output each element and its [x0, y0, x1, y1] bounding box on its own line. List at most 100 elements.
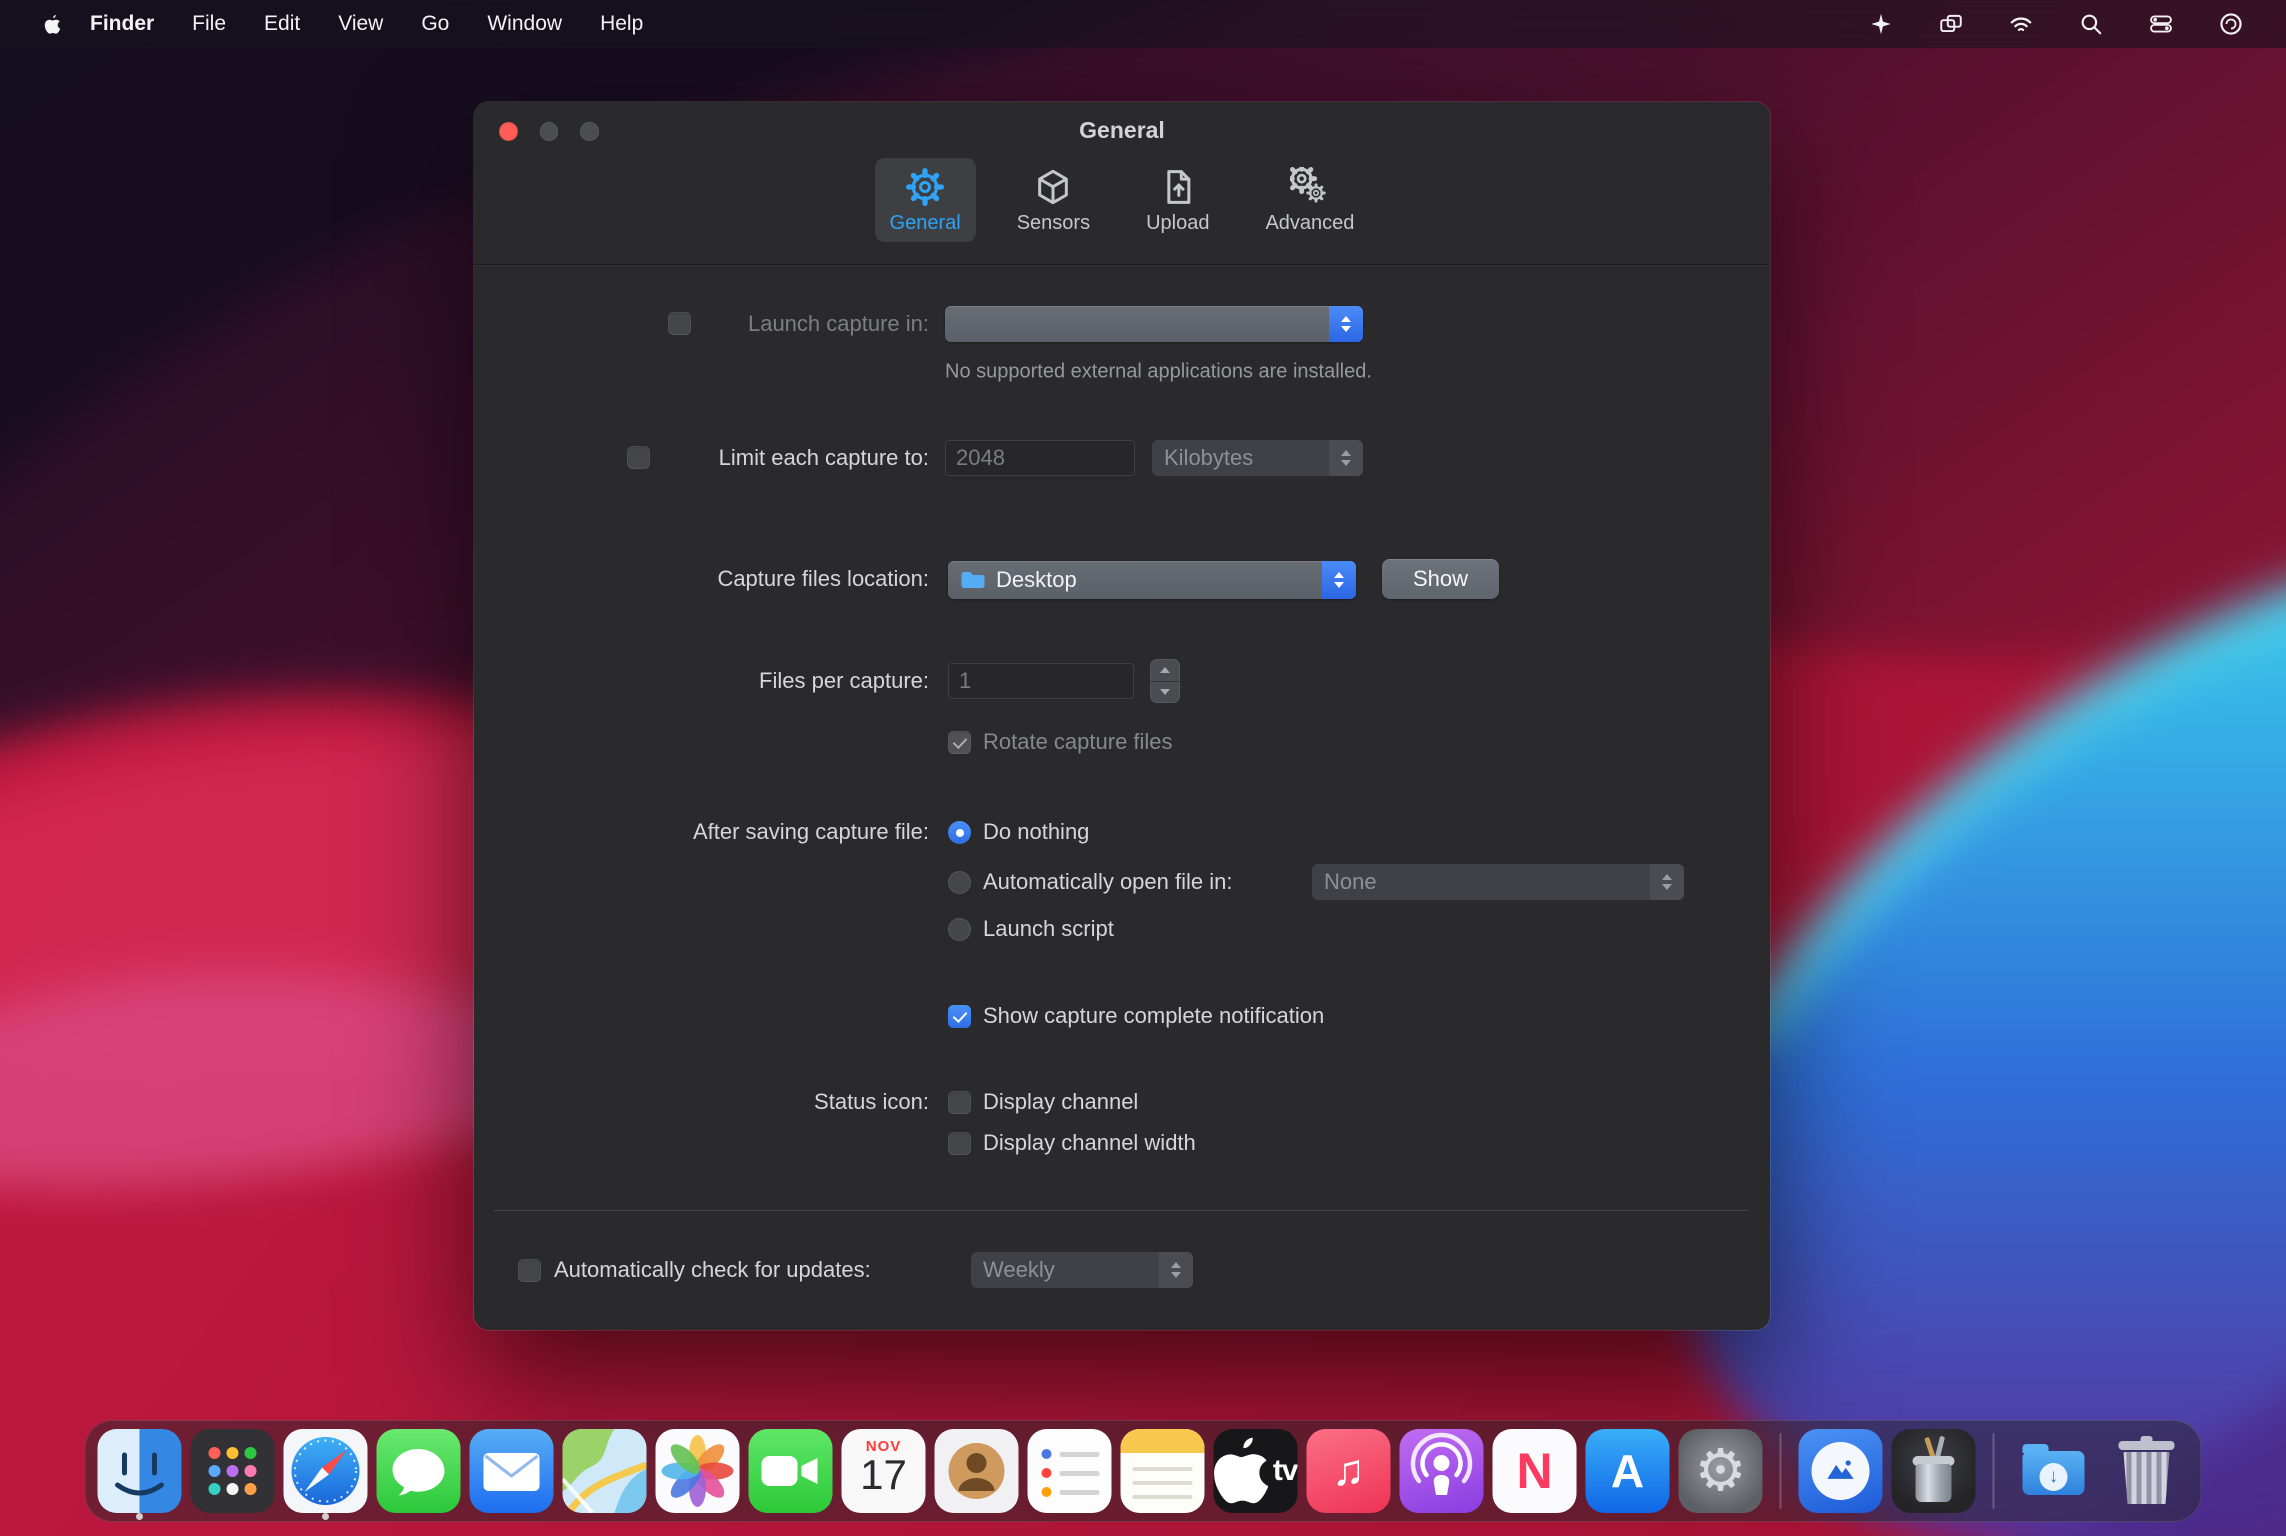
after-saving-label: After saving capture file: — [692, 819, 929, 844]
preferences-window: General General Sensors Upload Advanced … — [474, 102, 1770, 1330]
launch-capture-checkbox[interactable] — [668, 312, 691, 335]
gear-glyph-icon — [1679, 1429, 1763, 1513]
display-channel-label: Display channel — [983, 1089, 1139, 1114]
trash-icon[interactable] — [2105, 1429, 2189, 1513]
photos-icon[interactable] — [655, 1429, 740, 1513]
canister-app-icon[interactable] — [1891, 1429, 1976, 1513]
status-icon-label: Status icon: — [814, 1089, 929, 1114]
menu-item-window[interactable]: Window — [468, 12, 581, 36]
music-note-icon — [1307, 1429, 1391, 1513]
mail-icon[interactable] — [469, 1429, 554, 1513]
display-channel-checkbox[interactable] — [948, 1091, 971, 1114]
gears-icon — [1290, 167, 1326, 203]
files-per-capture-stepper — [1150, 659, 1180, 703]
download-arrow-icon — [2039, 1463, 2068, 1491]
do-nothing-radio[interactable] — [948, 821, 971, 844]
menu-item-go[interactable]: Go — [402, 12, 468, 36]
notification-label: Show capture complete notification — [983, 1003, 1325, 1028]
apple-icon[interactable] — [44, 14, 61, 35]
wifi-icon[interactable] — [2008, 11, 2034, 37]
launchpad-icon[interactable] — [190, 1429, 275, 1513]
tab-upload-label: Upload — [1146, 212, 1210, 234]
notification-checkbox[interactable] — [948, 1005, 971, 1028]
tab-sensors[interactable]: Sensors — [1002, 158, 1105, 242]
updates-popup[interactable]: Weekly — [971, 1252, 1193, 1288]
display-channel-width-checkbox[interactable] — [948, 1132, 971, 1155]
news-icon[interactable]: N — [1492, 1429, 1577, 1513]
calendar-icon[interactable]: NOV 17 — [841, 1429, 926, 1513]
menu-item-edit[interactable]: Edit — [245, 12, 319, 36]
reminders-icon[interactable] — [1027, 1429, 1112, 1513]
notes-icon[interactable] — [1120, 1429, 1205, 1513]
system-preferences-icon[interactable] — [1678, 1429, 1763, 1513]
tab-advanced[interactable]: Advanced — [1250, 158, 1369, 242]
capture-location-popup[interactable]: Desktop — [948, 561, 1356, 599]
dock-separator — [1992, 1433, 1995, 1509]
limit-unit-popup[interactable]: Kilobytes — [1152, 440, 1363, 476]
windows-icon[interactable] — [1938, 11, 1964, 37]
toolbar-tabs: General Sensors Upload Advanced — [474, 158, 1770, 242]
auto-open-popup-value: None — [1324, 869, 1377, 894]
dock: NOV 17 tv ♫ N A ⚙ ↓ — [84, 1420, 2202, 1522]
auto-open-radio[interactable] — [948, 871, 971, 894]
tab-upload[interactable]: Upload — [1131, 158, 1224, 242]
auto-open-popup[interactable]: None — [1312, 864, 1684, 900]
rotate-files-checkbox[interactable] — [948, 731, 971, 754]
facetime-icon[interactable] — [748, 1429, 833, 1513]
updates-popup-value: Weekly — [983, 1257, 1055, 1282]
maps-icon[interactable] — [562, 1429, 647, 1513]
chevron-up-down-icon — [1650, 864, 1684, 900]
rotate-files-label: Rotate capture files — [983, 729, 1173, 754]
limit-unit-value: Kilobytes — [1164, 445, 1254, 470]
finder-icon[interactable] — [97, 1429, 182, 1520]
tab-sensors-label: Sensors — [1016, 212, 1091, 234]
capture-app-icon[interactable] — [1798, 1429, 1883, 1513]
siri-icon[interactable] — [2218, 11, 2244, 37]
safari-icon[interactable] — [283, 1429, 368, 1520]
menu-item-view[interactable]: View — [319, 12, 402, 36]
messages-icon[interactable] — [376, 1429, 461, 1513]
menu-item-help[interactable]: Help — [581, 12, 662, 36]
limit-capture-label: Limit each capture to: — [718, 445, 929, 470]
files-per-capture-value: 1 — [959, 668, 972, 693]
stepper-up-button[interactable] — [1150, 659, 1180, 682]
tv-label: tv — [1272, 1454, 1298, 1487]
do-nothing-label: Do nothing — [983, 819, 1090, 844]
gear-icon — [906, 168, 945, 206]
launch-capture-note: No supported external applications are i… — [945, 360, 1372, 383]
music-icon[interactable] — [1306, 1429, 1391, 1513]
podcasts-icon[interactable] — [1399, 1429, 1484, 1513]
app-store-icon[interactable]: A — [1585, 1429, 1670, 1513]
control-center-icon[interactable] — [2148, 11, 2174, 37]
files-per-capture-field[interactable]: 1 — [948, 663, 1134, 699]
menu-app-name[interactable]: Finder — [71, 12, 173, 36]
tab-general[interactable]: General — [874, 158, 976, 242]
launch-capture-popup[interactable] — [945, 306, 1363, 342]
running-indicator — [322, 1513, 329, 1520]
show-button[interactable]: Show — [1382, 559, 1499, 599]
mountain-emblem — [1811, 1442, 1870, 1500]
launch-script-label: Launch script — [983, 916, 1114, 941]
menu-item-file[interactable]: File — [173, 12, 245, 36]
limit-capture-checkbox[interactable] — [627, 446, 650, 469]
toolbar-divider — [474, 264, 1770, 265]
downloads-folder-icon[interactable] — [2012, 1429, 2096, 1513]
capture-location-label: Capture files location: — [717, 566, 929, 591]
updates-checkbox[interactable] — [518, 1259, 541, 1282]
stepper-down-button[interactable] — [1150, 682, 1180, 704]
window-title: General — [1079, 117, 1165, 143]
chevron-up-down-icon — [1329, 306, 1363, 342]
trash-lid — [2118, 1436, 2175, 1450]
section-divider — [494, 1210, 1748, 1211]
sparkle-icon[interactable] — [1868, 11, 1894, 37]
spotlight-icon[interactable] — [2078, 11, 2104, 37]
canister-stick — [1934, 1435, 1946, 1459]
screen: Finder File Edit View Go Window Help Gen… — [0, 0, 2286, 1536]
tab-advanced-label: Advanced — [1265, 212, 1355, 234]
contacts-icon[interactable] — [934, 1429, 1019, 1513]
apple-tv-icon[interactable]: tv — [1213, 1429, 1298, 1513]
app-store-letter: A — [1610, 1445, 1645, 1497]
limit-size-field[interactable]: 2048 — [945, 440, 1135, 476]
folder-icon — [960, 570, 986, 590]
launch-script-radio[interactable] — [948, 918, 971, 941]
